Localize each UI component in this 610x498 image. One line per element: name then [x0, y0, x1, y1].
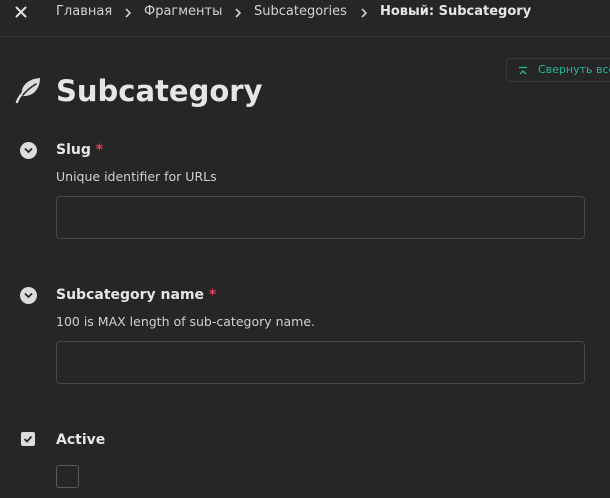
active-checkbox[interactable]: [56, 465, 79, 488]
subcategory-name-label: Subcategory name *: [56, 286, 216, 304]
slug-label: Slug *: [56, 141, 103, 159]
subcategory-name-input[interactable]: [56, 341, 585, 384]
checkbox-checked-icon: [21, 432, 35, 446]
breadcrumb-fragments[interactable]: Фрагменты: [144, 4, 222, 20]
collapse-slug-chevron-icon[interactable]: [20, 142, 37, 159]
leaf-icon: [14, 76, 42, 104]
chevron-right-icon: [123, 5, 133, 19]
breadcrumb-current: Новый: Subcategory: [380, 4, 532, 19]
page-title: Subcategory: [56, 74, 263, 108]
collapse-all-button[interactable]: Свернуть все: [506, 58, 610, 82]
required-marker: *: [95, 142, 104, 158]
subcategory-name-help-text: 100 is MAX length of sub-category name.: [56, 314, 316, 329]
chevron-right-icon: [233, 5, 243, 19]
close-icon[interactable]: [13, 4, 29, 20]
breadcrumb-subcategories[interactable]: Subcategories: [254, 4, 347, 20]
slug-input[interactable]: [56, 196, 585, 239]
chevron-right-icon: [359, 5, 369, 19]
slug-help-text: Unique identifier for URLs: [56, 169, 217, 184]
slug-label-text: Slug: [56, 142, 91, 158]
top-bar: Главная Фрагменты Subcategories Новый: S…: [0, 0, 610, 37]
breadcrumb-home[interactable]: Главная: [56, 4, 112, 20]
collapse-up-icon: [518, 64, 528, 76]
subcategory-name-label-text: Subcategory name: [56, 287, 205, 303]
active-label: Active: [56, 432, 106, 448]
collapse-all-label: Свернуть все: [538, 63, 610, 76]
collapse-name-chevron-icon[interactable]: [20, 287, 37, 304]
required-marker: *: [208, 287, 217, 303]
